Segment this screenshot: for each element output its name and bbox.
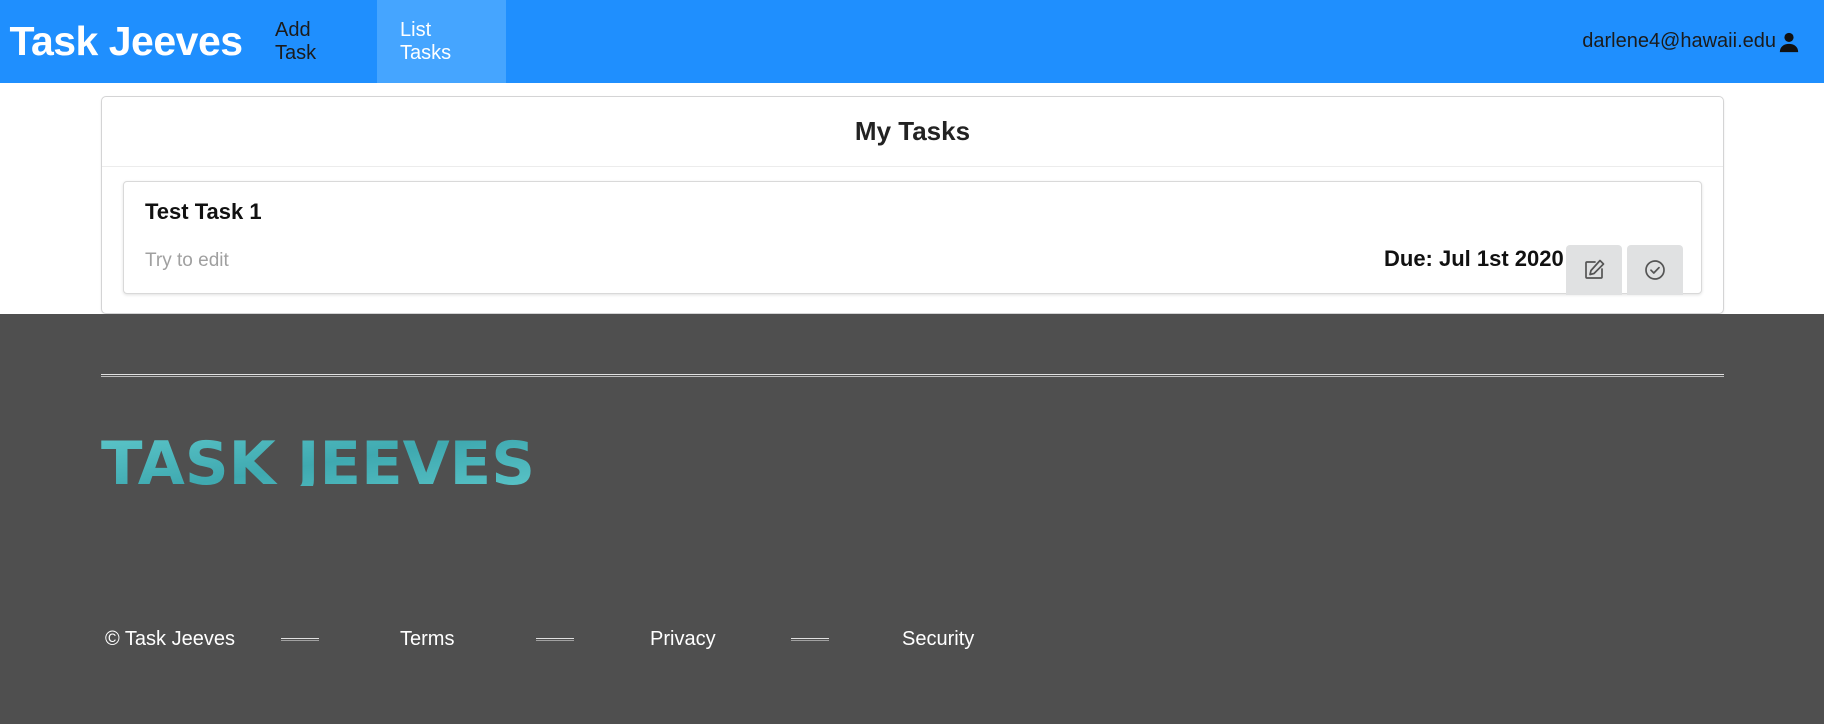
edit-icon [1585, 259, 1605, 279]
user-menu[interactable]: darlene4@hawaii.edu [1582, 0, 1800, 83]
edit-task-button[interactable] [1566, 245, 1622, 295]
page-title: My Tasks [102, 97, 1723, 167]
footer-link-security[interactable]: Security [902, 628, 974, 651]
user-email: darlene4@hawaii.edu [1582, 30, 1776, 52]
task-due-date: Due: Jul 1st 2020 [1384, 246, 1564, 271]
footer-copyright: © Task Jeeves [105, 628, 235, 650]
user-icon [1778, 31, 1800, 53]
brand-title[interactable]: Task Jeeves [0, 0, 252, 83]
check-circle-icon [1645, 260, 1665, 280]
footer-link-privacy[interactable]: Privacy [650, 628, 716, 651]
task-title: Test Task 1 [145, 199, 262, 224]
footer: TASK JEEVES © Task Jeeves Terms Privacy … [0, 314, 1824, 724]
task-item: Test Task 1 Try to edit Due: Jul 1st 202… [123, 181, 1702, 295]
footer-divider [101, 374, 1724, 377]
footer-separator [536, 638, 574, 641]
complete-task-button[interactable] [1627, 245, 1683, 295]
footer-link-terms[interactable]: Terms [400, 628, 454, 651]
footer-separator [791, 638, 829, 641]
svg-text:TASK JEEVES: TASK JEEVES [101, 430, 535, 486]
footer-separator [281, 638, 319, 641]
footer-links: © Task Jeeves Terms Privacy Security [105, 628, 1005, 658]
nav-list-tasks[interactable]: List Tasks [377, 0, 506, 83]
footer-logo: TASK JEEVES [101, 430, 535, 486]
tasks-card: My Tasks Test Task 1 Try to edit Due: Ju… [101, 96, 1724, 314]
top-navbar: Task Jeeves Add Task List Tasks darlene4… [0, 0, 1824, 83]
nav-add-task[interactable]: Add Task [252, 0, 377, 83]
task-description: Try to edit [145, 250, 229, 271]
